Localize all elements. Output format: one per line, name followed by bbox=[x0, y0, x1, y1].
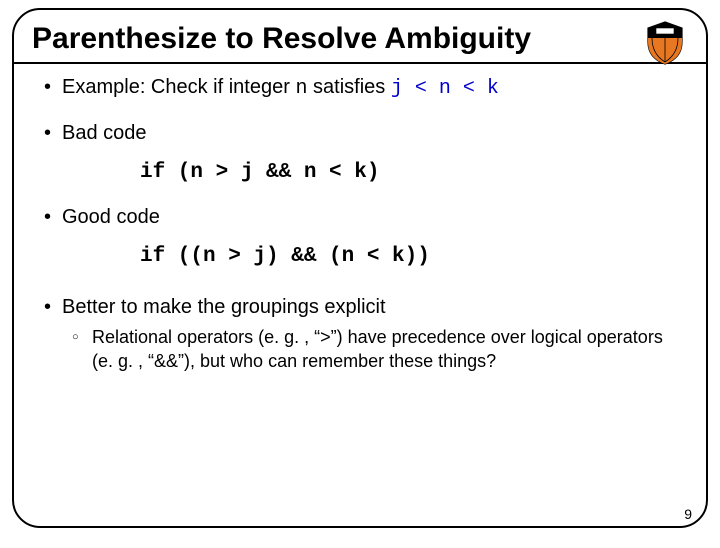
bullet-list-2: Good code bbox=[40, 204, 680, 231]
slide-frame: Parenthesize to Resolve Ambiguity Exampl… bbox=[12, 8, 708, 528]
bullet-list-3: Better to make the groupings explicit Re… bbox=[40, 294, 680, 374]
bullet-better: Better to make the groupings explicit Re… bbox=[40, 294, 680, 374]
princeton-shield-icon bbox=[642, 20, 688, 66]
text-bad-label: Bad code bbox=[62, 122, 147, 144]
bullet-list: Example: Check if integer n satisfies j … bbox=[40, 74, 680, 147]
code-good: if ((n > j) && (n < k)) bbox=[140, 245, 680, 268]
slide-title: Parenthesize to Resolve Ambiguity bbox=[32, 22, 688, 56]
sub-suffix: ), but who can remember these things? bbox=[184, 351, 496, 371]
title-block: Parenthesize to Resolve Ambiguity bbox=[14, 10, 706, 62]
bullet-bad: Bad code bbox=[40, 120, 680, 147]
sub-q2: “&&” bbox=[148, 351, 184, 371]
code-frag-expr: j < n < k bbox=[391, 77, 499, 100]
text-good-label: Good code bbox=[62, 206, 160, 228]
slide-content: Example: Check if integer n satisfies j … bbox=[14, 64, 706, 386]
bullet-good: Good code bbox=[40, 204, 680, 231]
bullet-example: Example: Check if integer n satisfies j … bbox=[40, 74, 680, 102]
text-example-prefix: Example: Check if integer bbox=[62, 76, 295, 98]
text-example-mid: satisfies bbox=[307, 76, 390, 98]
sub-list: Relational operators (e. g. , “>”) have … bbox=[62, 325, 680, 374]
code-bad: if (n > j && n < k) bbox=[140, 161, 680, 184]
sub-bullet: Relational operators (e. g. , “>”) have … bbox=[62, 325, 680, 374]
sub-prefix: Relational operators (e. g. , bbox=[92, 327, 314, 347]
sub-q1: “>” bbox=[314, 327, 337, 347]
text-better-label: Better to make the groupings explicit bbox=[62, 296, 386, 318]
code-frag-n: n bbox=[295, 77, 307, 100]
page-number: 9 bbox=[684, 506, 692, 522]
